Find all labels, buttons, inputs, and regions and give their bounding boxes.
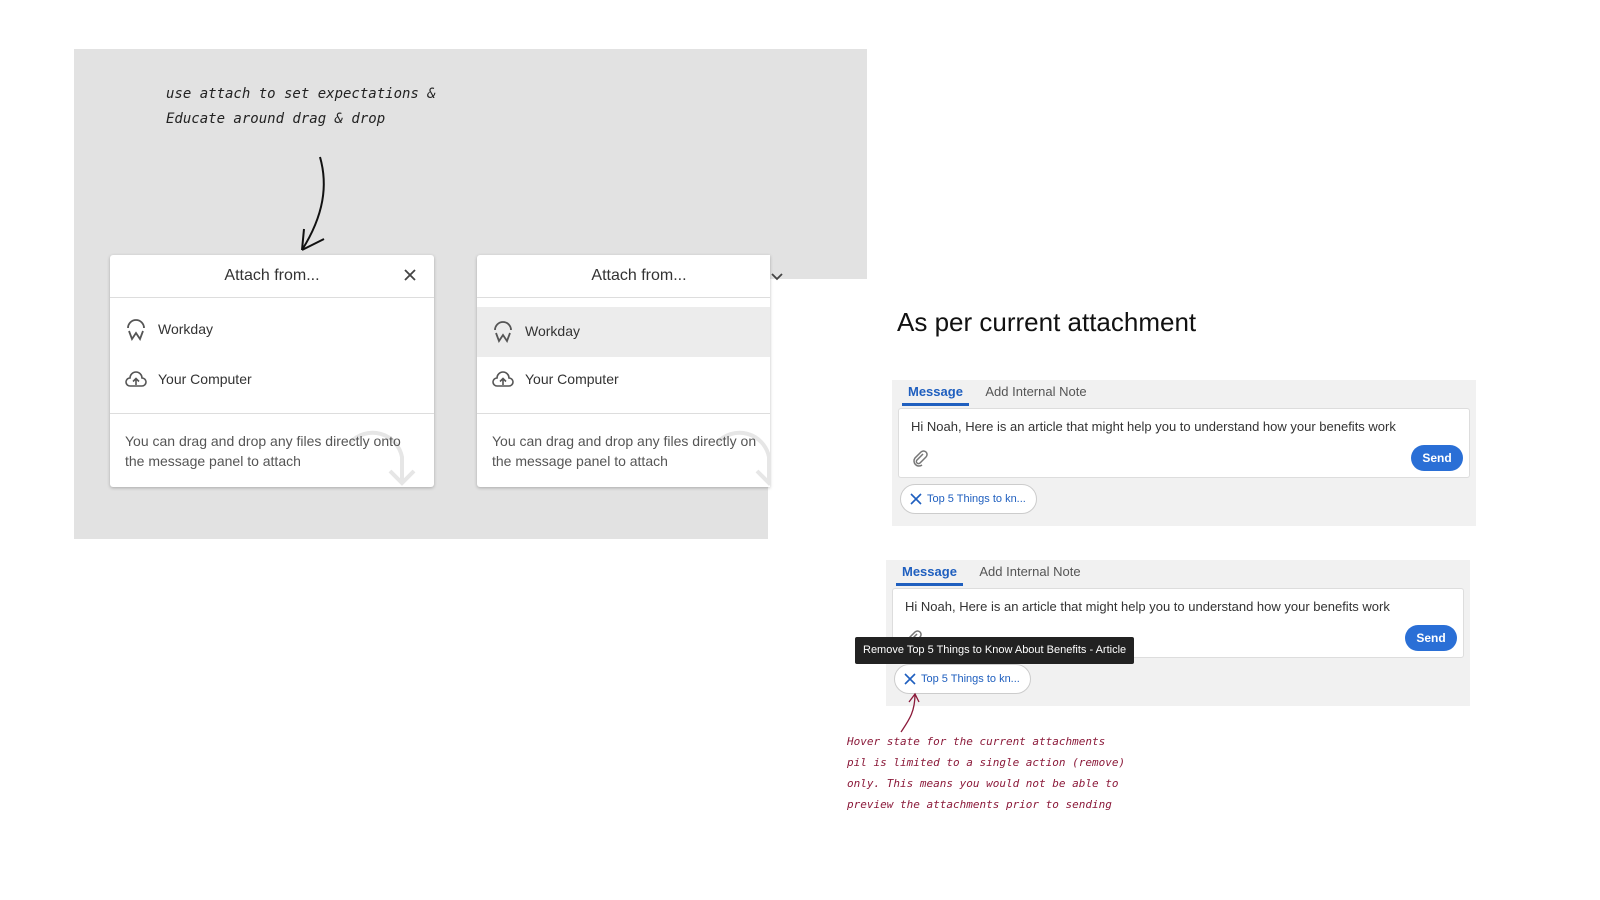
attach-panel-expanded: Attach from... Workday Your Computer You… (110, 255, 434, 487)
composer-tabs: Message Add Internal Note (902, 380, 1099, 408)
message-input[interactable]: Hi Noah, Here is an article that might h… (898, 408, 1470, 478)
option-label: Your Computer (158, 371, 252, 387)
send-button[interactable]: Send (1405, 625, 1457, 651)
workday-icon (494, 321, 512, 343)
option-label: Workday (525, 323, 580, 339)
divider (110, 413, 434, 414)
chevron-down-icon[interactable] (769, 269, 785, 285)
annotation-line: Educate around drag & drop (166, 111, 386, 127)
drag-drop-help: You can drag and drop any files directly… (125, 431, 425, 471)
cloud-upload-icon (125, 371, 147, 387)
annotation-arrow-icon (900, 692, 920, 733)
annotation-line: preview the attachments prior to sending (847, 798, 1112, 811)
annotation-note-bottom: Hover state for the current attachments … (847, 731, 1125, 815)
help-line: You can drag and drop any files directly… (492, 433, 757, 449)
attach-panel-hover: Attach from... Workday Your Computer You… (477, 255, 770, 487)
message-composer-hover: Message Add Internal Note Hi Noah, Here … (886, 560, 1470, 706)
cloud-upload-icon (492, 371, 514, 387)
option-your-computer[interactable]: Your Computer (110, 355, 434, 405)
remove-icon[interactable] (904, 673, 916, 685)
annotation-line: pil is limited to a single action (remov… (847, 756, 1126, 769)
tab-message[interactable]: Message (896, 560, 963, 586)
message-text: Hi Noah, Here is an article that might h… (911, 419, 1396, 434)
paperclip-icon[interactable] (911, 449, 929, 467)
attachment-label: Top 5 Things to kn... (927, 493, 1026, 505)
option-label: Your Computer (525, 371, 619, 387)
remove-icon[interactable] (910, 493, 922, 505)
help-line: the message panel to attach (125, 453, 301, 469)
workday-icon (127, 319, 145, 341)
tab-internal-note[interactable]: Add Internal Note (979, 380, 1092, 405)
panel-header: Attach from... (477, 255, 770, 298)
send-button[interactable]: Send (1411, 445, 1463, 471)
option-label: Workday (158, 321, 213, 337)
tab-message[interactable]: Message (902, 380, 969, 406)
attachment-label: Top 5 Things to kn... (921, 673, 1020, 685)
option-workday[interactable]: Workday (477, 307, 770, 357)
message-composer: Message Add Internal Note Hi Noah, Here … (892, 380, 1476, 526)
panel-title: Attach from... (591, 267, 687, 284)
help-line: You can drag and drop any files directly… (125, 433, 401, 449)
section-heading: As per current attachment (897, 307, 1197, 337)
tab-internal-note[interactable]: Add Internal Note (973, 560, 1086, 585)
attachment-pill[interactable]: Top 5 Things to kn... (900, 484, 1037, 514)
option-workday[interactable]: Workday (110, 305, 434, 355)
annotation-note-top: use attach to set expectations & Educate… (166, 82, 436, 132)
annotation-line: Hover state for the current attachments (847, 735, 1106, 748)
option-your-computer[interactable]: Your Computer (477, 355, 770, 405)
message-text: Hi Noah, Here is an article that might h… (905, 599, 1390, 614)
panel-header: Attach from... (110, 255, 434, 298)
annotation-line: use attach to set expectations & (166, 86, 436, 102)
remove-tooltip: Remove Top 5 Things to Know About Benefi… (855, 637, 1135, 664)
composer-tabs: Message Add Internal Note (896, 560, 1093, 588)
annotation-arrow-icon (301, 156, 325, 251)
drag-drop-help: You can drag and drop any files directly… (492, 431, 770, 471)
panel-title: Attach from... (224, 267, 320, 284)
close-icon[interactable] (400, 265, 420, 285)
annotation-line: only. This means you would not be able t… (847, 777, 1119, 790)
divider (477, 413, 770, 414)
help-line: the message panel to attach (492, 453, 668, 469)
